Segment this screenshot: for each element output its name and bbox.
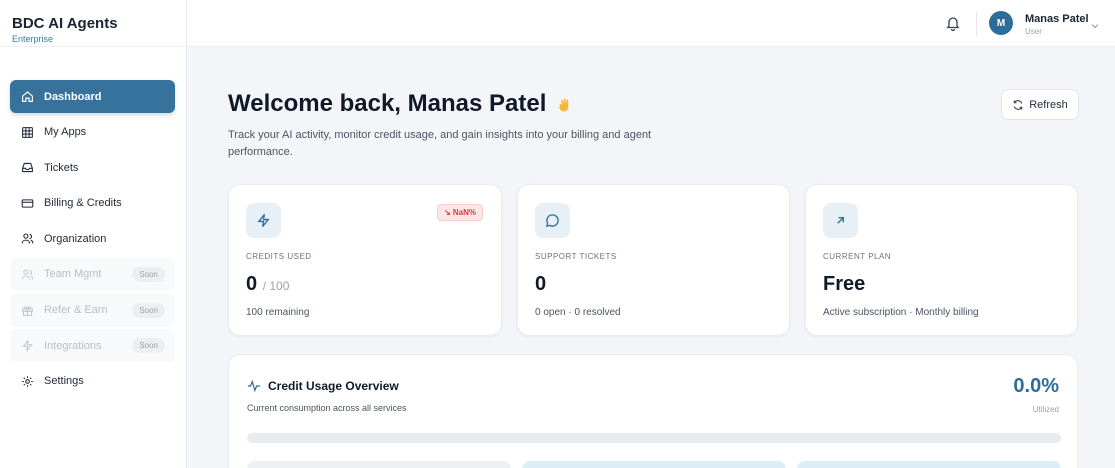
sidebar-item-label: Organization [44,232,107,245]
card-footnote: Active subscription · Monthly billing [823,307,979,318]
sidebar-item-billing[interactable]: Billing & Credits [10,187,175,220]
card-label: SUPPORT TICKETS [535,252,617,261]
credits-used-value: 0 [246,273,258,295]
chevron-down-icon[interactable] [1090,18,1100,29]
page-title: Welcome back, Manas Patel [228,90,574,118]
credits-total: / 100 [262,279,290,293]
utilized-label: Utilized [1032,405,1059,414]
overview-title-text: Credit Usage Overview [268,379,399,393]
sidebar: BDC AI Agents Enterprise Dashboard My Ap… [0,0,187,468]
sidebar-item-label: My Apps [44,126,87,139]
refresh-label: Refresh [1029,98,1068,111]
credit-card-icon [20,196,34,210]
sidebar-nav: Dashboard My Apps Tickets Billing & Cred… [10,80,175,400]
overview-subtitle: Current consumption across all services [247,403,407,413]
card-value: 0 [535,273,547,295]
card-label: CURRENT PLAN [823,252,892,261]
soon-badge: Soon [132,338,165,354]
sidebar-item-label: Team Mgmt [44,268,102,281]
topbar: M Manas Patel User [187,0,1115,47]
sidebar-item-refer-earn[interactable]: Refer & Earn Soon [10,293,175,327]
current-plan-card: CURRENT PLAN Free Active subscription · … [805,184,1078,336]
chat-bubble-icon [535,203,570,238]
bell-icon[interactable] [945,15,961,32]
sidebar-item-label: Refer & Earn [44,304,108,317]
inbox-icon [20,161,34,175]
plug-icon [20,339,34,353]
sidebar-item-settings[interactable]: Settings [10,365,175,398]
sidebar-item-label: Billing & Credits [44,197,122,210]
team-icon [20,267,34,281]
home-icon [20,90,34,104]
utilized-percent: 0.0% [1013,375,1059,397]
page-subtitle: Track your AI activity, monitor credit u… [228,129,652,158]
usage-progress-bar [247,433,1061,443]
arrow-up-right-icon [823,203,858,238]
avatar[interactable]: M [989,11,1013,35]
support-tickets-card: SUPPORT TICKETS 0 0 open · 0 resolved [517,184,790,336]
sidebar-item-label: Tickets [44,161,79,174]
divider [976,12,977,36]
brand: BDC AI Agents Enterprise [0,0,186,47]
activity-icon [247,379,261,393]
trend-badge: ↘ NaN% [436,204,483,221]
sidebar-item-organization[interactable]: Organization [10,222,175,255]
overview-title: Credit Usage Overview [247,379,399,393]
sidebar-item-label: Settings [44,375,84,388]
soon-badge: Soon [132,302,165,318]
sidebar-item-tickets[interactable]: Tickets [10,151,175,184]
grid-icon [20,125,34,139]
card-footnote: 0 open · 0 resolved [535,307,621,318]
sidebar-item-team-mgmt[interactable]: Team Mgmt Soon [10,257,175,291]
sidebar-item-dashboard[interactable]: Dashboard [10,80,175,113]
usage-breakdown-card [522,461,786,468]
card-value: Free [823,273,866,295]
brand-title: BDC AI Agents [12,15,118,32]
users-icon [20,232,34,246]
sidebar-item-label: Integrations [44,339,102,352]
card-value: 0 / 100 [246,273,289,296]
card-label: CREDITS USED [246,252,312,261]
usage-breakdown-card [797,461,1061,468]
user-name[interactable]: Manas Patel [1025,13,1089,25]
page-title-text: Welcome back, Manas Patel [228,90,547,117]
sidebar-item-integrations[interactable]: Integrations Soon [10,329,175,363]
gift-icon [20,303,34,317]
sidebar-item-label: Dashboard [44,90,102,103]
credit-usage-overview: Credit Usage Overview Current consumptio… [228,354,1078,468]
gear-icon [20,374,34,388]
soon-badge: Soon [132,266,165,282]
card-footnote: 100 remaining [246,307,310,318]
lightning-icon [246,203,281,238]
waving-hand-icon [554,94,574,114]
refresh-button[interactable]: Refresh [1001,89,1079,120]
credits-used-card: ↘ NaN% CREDITS USED 0 / 100 100 remainin… [228,184,502,336]
usage-breakdown-card [247,461,511,468]
user-role: User [1025,27,1042,36]
refresh-icon [1013,99,1023,110]
sidebar-item-my-apps[interactable]: My Apps [10,116,175,149]
brand-subtitle: Enterprise [12,34,54,44]
